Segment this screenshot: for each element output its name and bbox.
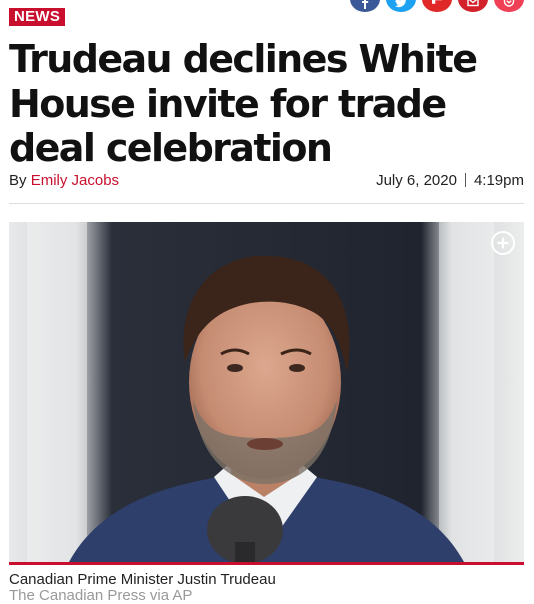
photo-accent-bar bbox=[9, 562, 524, 565]
share-twitter-button[interactable] bbox=[386, 0, 416, 12]
publish-time: 4:19pm bbox=[473, 172, 524, 189]
section-tag[interactable]: NEWS bbox=[9, 8, 66, 26]
pocket-icon bbox=[503, 0, 515, 7]
share-email-button[interactable] bbox=[458, 0, 488, 12]
meta-divider bbox=[9, 203, 524, 204]
byline-prefix: By bbox=[9, 172, 27, 189]
article-headline: Trudeau declines White House invite for … bbox=[9, 37, 478, 170]
photo-caption: Canadian Prime Minister Justin Trudeau bbox=[9, 571, 276, 588]
publish-datetime: July 6, 2020 4:19pm bbox=[376, 172, 524, 189]
date-separator bbox=[464, 173, 466, 187]
share-pocket-button[interactable] bbox=[494, 0, 524, 12]
author-link[interactable]: Emily Jacobs bbox=[31, 172, 119, 189]
share-flipboard-button[interactable] bbox=[422, 0, 452, 12]
email-icon bbox=[467, 0, 479, 7]
flipboard-icon bbox=[432, 0, 442, 4]
twitter-icon bbox=[395, 0, 406, 8]
share-bar bbox=[350, 0, 524, 12]
photo-credit: The Canadian Press via AP bbox=[9, 587, 193, 604]
article-meta: By Emily Jacobs July 6, 2020 4:19pm bbox=[9, 172, 524, 192]
byline: By Emily Jacobs bbox=[9, 172, 119, 189]
facebook-icon bbox=[362, 0, 369, 9]
photo-illustration bbox=[9, 222, 524, 562]
publish-date: July 6, 2020 bbox=[376, 172, 457, 189]
share-facebook-button[interactable] bbox=[350, 0, 380, 12]
lead-photo[interactable] bbox=[9, 222, 524, 562]
expand-icon[interactable] bbox=[490, 230, 516, 256]
